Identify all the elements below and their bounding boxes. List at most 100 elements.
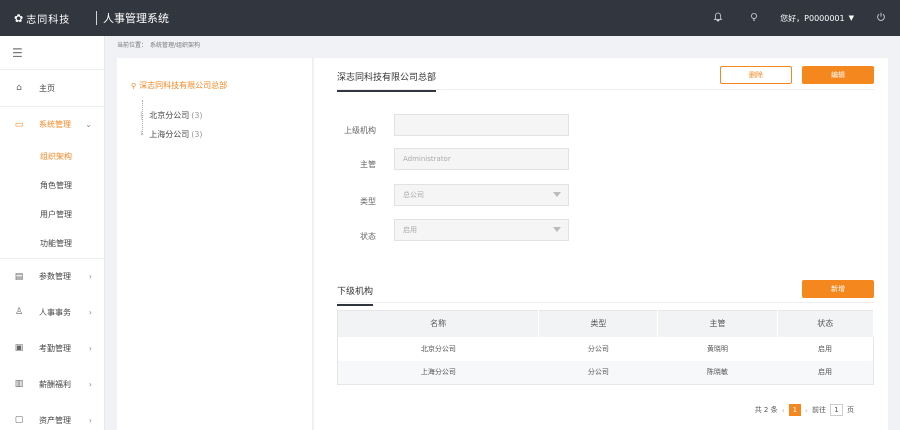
tree-node[interactable]: └ 上海分公司 (3) [139, 129, 203, 140]
top-actions: 您好，P0000001 ▼ [700, 0, 900, 36]
tree-node-count: (3) [191, 111, 203, 120]
org-tree-panel: ⚲ 深志同科技有限公司总部 ├ 北京分公司 (3) └ 上海分公司 (3) [117, 58, 313, 430]
lightbulb-icon[interactable] [736, 12, 772, 25]
chevron-right-icon: › [88, 415, 92, 425]
chevron-left-icon[interactable]: ‹ [782, 406, 785, 415]
calendar-icon: ▣ [14, 343, 24, 353]
sidebar-subitem-roles[interactable]: 角色管理 [0, 171, 104, 200]
manager-value: Administrator [403, 155, 451, 163]
chevron-right-icon: › [88, 272, 92, 281]
table-row[interactable]: 上海分公司 分公司 陈晓敏 启用 [337, 360, 874, 385]
tree-root-label: 深志同科技有限公司总部 [139, 81, 228, 90]
sidebar-item-hr[interactable]: ♙ 人事事务 › [0, 294, 104, 330]
sidebar-subitem-users[interactable]: 用户管理 [0, 200, 104, 229]
column-header-status[interactable]: 状态 [777, 310, 875, 337]
chevron-right-icon: › [88, 307, 92, 317]
column-header-name[interactable]: 名称 [337, 310, 540, 337]
table-cell: 分公司 [587, 344, 609, 353]
table-cell: 启用 [777, 360, 874, 385]
sidebar-item-label: 人事事务 [39, 307, 71, 317]
sidebar-item-attendance[interactable]: ▣ 考勤管理 › [0, 330, 104, 366]
table-row[interactable]: 北京分公司 分公司 黄晓明 启用 [338, 337, 874, 361]
hamburger-icon: ☰ [12, 45, 23, 60]
book-icon: ▥ [14, 379, 24, 389]
dropdown-arrow-icon [553, 192, 561, 197]
column-header-manager[interactable]: 主管 [657, 310, 778, 337]
sidebar-subitem-functions[interactable]: 功能管理 [0, 229, 104, 258]
sidebar-item-params[interactable]: ▤ 参数管理 › [0, 258, 104, 294]
sidebar-item-payroll[interactable]: ▥ 薪酬福利 › [0, 366, 104, 402]
tab-divider [337, 302, 874, 303]
sub-org-table: 名称 类型 主管 状态 北京分公司 分公司 黄晓明 启用 上海分公司 分公司 陈… [337, 310, 875, 385]
sidebar-item-label: 系统管理 [39, 120, 71, 129]
table-cell: 分公司 [538, 360, 658, 385]
sidebar-item-home[interactable]: ⌂ 主页 [0, 70, 104, 106]
bell-icon[interactable] [700, 12, 736, 25]
top-bar: ✿ 志同科技 人事管理系统 您好，P0000001 ▼ [0, 0, 900, 36]
system-title: 人事管理系统 [103, 12, 169, 25]
pager-page-unit: 页 [847, 406, 854, 414]
chevron-right-icon[interactable]: › [805, 406, 808, 415]
tree-branch-icon: ├ [139, 111, 144, 120]
sidebar-item-assets[interactable]: ▢ 资产管理 › [0, 402, 104, 430]
sidebar-item-label: 资产管理 [39, 415, 71, 425]
edit-button[interactable]: 编辑 [802, 66, 874, 84]
type-select[interactable]: 总公司 [394, 184, 569, 206]
status-value: 启用 [403, 226, 417, 234]
parent-org-label: 上级机构 [344, 126, 376, 135]
chevron-right-icon: › [88, 379, 92, 389]
add-button[interactable]: 新增 [802, 280, 874, 298]
home-icon: ⌂ [16, 83, 22, 93]
type-value: 总公司 [403, 191, 424, 199]
pager-goto-input[interactable]: 1 [830, 404, 843, 416]
sidebar-item-label: 考勤管理 [39, 343, 71, 353]
sidebar-item-label: 参数管理 [39, 272, 71, 281]
chevron-down-icon[interactable]: ▼ [849, 14, 854, 22]
chevron-down-icon: ⌄ [85, 120, 92, 129]
table-cell: 北京分公司 [420, 344, 456, 353]
screen-icon: ▢ [14, 415, 24, 425]
pager-total: 共 2 条 [754, 406, 778, 414]
tree-node-count: (3) [191, 130, 203, 139]
logo[interactable]: ✿ 志同科技 [14, 11, 90, 26]
tree-node[interactable]: ├ 北京分公司 (3) [139, 110, 203, 121]
pagination: 共 2 条 ‹ 1 › 前往 1 页 [755, 404, 854, 416]
menu-toggle[interactable]: ☰ [0, 36, 104, 70]
breadcrumb: 当前位置： 系统管理/组织架构 [117, 40, 200, 49]
tree-root[interactable]: ⚲ 深志同科技有限公司总部 [131, 80, 227, 91]
sidebar: ☰ ⌂ 主页 ▭ 系统管理 ⌄ 组织架构 角色管理 用户管理 功能管理 ▤ 参数… [0, 36, 105, 430]
sidebar-item-system[interactable]: ▭ 系统管理 ⌄ [0, 106, 104, 142]
chevron-right-icon: › [88, 343, 92, 353]
detail-panel: 深志同科技有限公司总部 删除 编辑 上级机构 主管 Administrator … [314, 58, 888, 430]
sidebar-item-label: 主页 [39, 83, 55, 93]
user-greeting[interactable]: 您好，P0000001 [780, 13, 844, 24]
monitor-icon: ▭ [14, 119, 24, 130]
document-icon: ▤ [14, 271, 24, 282]
logo-icon: ✿ [14, 11, 24, 25]
title-divider [96, 11, 97, 25]
logo-text: 志同科技 [26, 14, 71, 26]
table-cell: 启用 [818, 344, 833, 353]
pager-current-page[interactable]: 1 [788, 404, 801, 416]
breadcrumb-prefix: 当前位置： [117, 42, 148, 49]
sidebar-subitem-org[interactable]: 组织架构 [0, 142, 104, 171]
branch-icon: ⚲ [131, 81, 137, 90]
parent-org-field[interactable] [394, 114, 569, 136]
tree-node-label: 上海分公司 [149, 130, 190, 139]
table-cell: 陈晓敏 [657, 360, 778, 385]
power-icon[interactable] [876, 12, 886, 25]
delete-button[interactable]: 删除 [720, 66, 792, 84]
pager-goto-label: 前往 [812, 406, 826, 414]
tab-divider [337, 89, 874, 90]
users-icon: ♙ [14, 307, 24, 317]
breadcrumb-path[interactable]: 系统管理/组织架构 [150, 40, 200, 49]
table-cell: 黄晓明 [707, 344, 728, 353]
manager-field[interactable]: Administrator [394, 148, 569, 170]
table-header-row: 名称 类型 主管 状态 [337, 310, 875, 337]
dropdown-arrow-icon [553, 227, 561, 232]
column-header-type[interactable]: 类型 [538, 310, 659, 337]
manager-label: 主管 [360, 160, 376, 169]
status-select[interactable]: 启用 [394, 219, 569, 241]
tree-node-label: 北京分公司 [149, 111, 190, 120]
type-label: 类型 [360, 197, 376, 206]
